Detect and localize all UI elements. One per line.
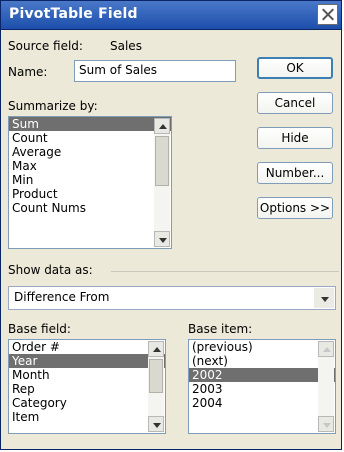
base-item-2002[interactable]: 2002 <box>189 368 335 382</box>
summarize-item-min[interactable]: Min <box>9 173 171 187</box>
base-item-previous[interactable]: (previous) <box>189 340 335 354</box>
source-field-label: Source field: <box>8 39 83 53</box>
base-field-item-month[interactable]: Month <box>9 368 165 382</box>
base-item-label: Base item: <box>188 322 253 336</box>
close-icon[interactable] <box>317 4 338 25</box>
show-data-as-select[interactable]: Difference From <box>8 286 336 310</box>
scroll-thumb[interactable] <box>155 136 169 186</box>
summarize-item-sum[interactable]: Sum <box>9 117 171 131</box>
cancel-button[interactable]: Cancel <box>257 92 333 114</box>
base-field-item-order[interactable]: Order # <box>9 340 165 354</box>
scroll-up-arrow-icon <box>318 341 334 357</box>
base-field-listbox[interactable]: Order # Year Month Rep Category Item <box>8 339 166 434</box>
number-button[interactable]: Number... <box>257 162 333 184</box>
summarize-item-count[interactable]: Count <box>9 131 171 145</box>
dialog-title: PivotTable Field <box>9 6 138 22</box>
scroll-down-arrow-icon[interactable] <box>154 231 170 247</box>
base-item-scrollbar <box>318 341 334 432</box>
summarize-by-label: Summarize by: <box>8 99 98 113</box>
show-data-as-value: Difference From <box>14 290 110 304</box>
name-label: Name: <box>8 65 48 79</box>
summarize-item-count-nums[interactable]: Count Nums <box>9 201 171 215</box>
base-field-item-item[interactable]: Item <box>9 410 165 424</box>
base-field-item-year[interactable]: Year <box>9 354 165 368</box>
source-field-value: Sales <box>110 39 142 53</box>
scroll-up-arrow-icon[interactable] <box>154 118 170 134</box>
base-field-label: Base field: <box>8 322 71 336</box>
base-field-item-rep[interactable]: Rep <box>9 382 165 396</box>
base-item-next[interactable]: (next) <box>189 354 335 368</box>
base-field-scrollbar[interactable] <box>148 341 164 432</box>
hide-button[interactable]: Hide <box>257 127 333 149</box>
section-separator <box>111 271 339 272</box>
summarize-item-product[interactable]: Product <box>9 187 171 201</box>
base-item-2003[interactable]: 2003 <box>189 382 335 396</box>
scroll-down-arrow-icon <box>318 416 334 432</box>
summarize-scrollbar[interactable] <box>154 118 170 247</box>
scroll-thumb[interactable] <box>149 359 163 393</box>
pivottable-field-dialog: PivotTable Field Source field: Sales Nam… <box>0 0 342 450</box>
title-bar: PivotTable Field <box>1 1 341 30</box>
summarize-item-average[interactable]: Average <box>9 145 171 159</box>
ok-button[interactable]: OK <box>257 57 333 79</box>
base-field-item-category[interactable]: Category <box>9 396 165 410</box>
name-input[interactable]: Sum of Sales <box>74 60 236 82</box>
summarize-item-max[interactable]: Max <box>9 159 171 173</box>
options-button[interactable]: Options >> <box>257 197 333 219</box>
chevron-down-icon[interactable] <box>314 288 334 308</box>
scroll-down-arrow-icon[interactable] <box>148 416 164 432</box>
scroll-up-arrow-icon[interactable] <box>148 341 164 357</box>
base-item-2004[interactable]: 2004 <box>189 396 335 410</box>
base-item-listbox[interactable]: (previous) (next) 2002 2003 2004 <box>188 339 336 434</box>
summarize-by-listbox[interactable]: Sum Count Average Max Min Product Count … <box>8 116 172 249</box>
show-data-as-label: Show data as: <box>8 263 93 277</box>
